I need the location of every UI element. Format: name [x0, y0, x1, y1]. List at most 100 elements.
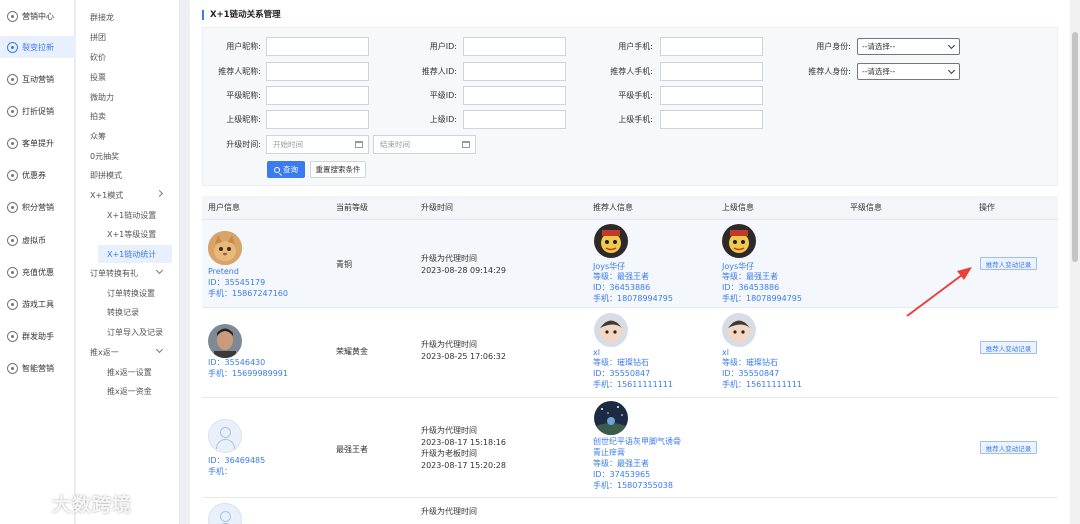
table-row: Pretend ID：35545179 手机：15867247160 青铜 升级… — [202, 220, 1058, 308]
referrer-name[interactable]: 创世纪平语灰甲脚气诱骨 — [593, 436, 681, 447]
sub-nav-item[interactable]: 订单转换设置 — [76, 284, 180, 302]
cat-avatar — [208, 231, 242, 265]
discount-icon — [7, 105, 18, 117]
main-nav-item-coupon[interactable]: 优惠券 — [0, 164, 75, 186]
referrer-change-log-button[interactable]: 推荐人变动记录 — [980, 257, 1037, 270]
sub-nav-item[interactable]: 即拼模式 — [76, 166, 180, 184]
upgrade-label: 升级为代理时间 — [421, 340, 477, 349]
sub-nav-item[interactable]: 0元抽奖 — [76, 147, 180, 165]
end-time-input[interactable]: 结束时间 — [373, 135, 476, 154]
sub-nav-item[interactable]: 砍价 — [76, 48, 180, 66]
referrer-change-log-button[interactable]: 推荐人变动记录 — [980, 441, 1037, 454]
chevron-down-icon — [155, 345, 164, 354]
points-icon — [7, 201, 18, 213]
coupon-icon — [7, 169, 18, 181]
user-phone-input[interactable] — [660, 37, 763, 56]
superior-grade: 等级：璀璨钻石 — [722, 358, 778, 367]
chevron-right-icon — [155, 189, 164, 198]
column-header: 当前等级 — [336, 203, 368, 212]
sub-nav-group-order-convert[interactable]: 订单转换有礼 — [76, 264, 180, 282]
default-avatar-icon — [208, 419, 242, 453]
scrollbar-thumb[interactable] — [1072, 32, 1078, 262]
interaction-icon — [7, 73, 18, 85]
main-nav-item-coin[interactable]: 虚拟币 — [0, 229, 75, 251]
referrer-grade: 等级：最强王者 — [593, 272, 649, 281]
field-label: 平级手机: — [618, 91, 653, 100]
sub-nav-group-push-return[interactable]: 推x返一 — [76, 343, 180, 361]
sub-nav-item[interactable]: 拍卖 — [76, 107, 180, 125]
field-label: 用户昵称: — [226, 42, 261, 51]
game-icon — [7, 298, 18, 310]
current-level: 青铜 — [336, 260, 352, 269]
sub-nav-item[interactable]: 拼团 — [76, 28, 180, 46]
user-id-input[interactable] — [463, 37, 566, 56]
main-nav-item-order-up[interactable]: 客单提升 — [0, 132, 75, 154]
referrer-phone-input[interactable] — [660, 62, 763, 81]
user-phone: 手机：15867247160 — [208, 289, 288, 298]
superior-id-input[interactable] — [463, 110, 566, 129]
sub-nav-item-x1-stats[interactable]: X+1链动统计 — [98, 245, 172, 263]
main-nav-item-discount[interactable]: 打折促销 — [0, 100, 75, 122]
main-nav-item-smart[interactable]: 智能营销 — [0, 357, 75, 379]
start-time-input[interactable]: 开始时间 — [266, 135, 369, 154]
main-nav-item-fission[interactable]: 裂变拉新 — [0, 36, 75, 58]
sub-nav-item[interactable]: 订单导入及记录 — [76, 323, 180, 341]
main-nav-item-marketing-center[interactable]: 营销中心 — [0, 5, 75, 27]
calendar-icon — [462, 141, 470, 148]
relation-table: 用户信息 当前等级 升级时间 推荐人信息 上级信息 平级信息 操作 Preten… — [202, 196, 1058, 524]
main-nav-item-interaction[interactable]: 互动营销 — [0, 68, 75, 90]
sub-nav-item[interactable]: 群接龙 — [76, 8, 180, 26]
field-label: 推荐人昵称: — [218, 67, 261, 76]
referrer-grade: 等级：最强王者 — [593, 459, 649, 468]
reset-search-button[interactable]: 重置搜索条件 — [310, 161, 366, 178]
main-nav-item-broadcast[interactable]: 群发助手 — [0, 325, 75, 347]
sub-nav-item-x1-settings[interactable]: X+1链动设置 — [76, 206, 180, 224]
user-name[interactable]: Pretend — [208, 266, 239, 277]
sub-nav-item[interactable]: 转换记录 — [76, 303, 180, 321]
recharge-icon — [7, 266, 18, 278]
sub-nav-item[interactable]: 众筹 — [76, 127, 180, 145]
main-nav-item-game[interactable]: 游戏工具 — [0, 293, 75, 315]
peer-id-input[interactable] — [463, 86, 566, 105]
current-level: 荣耀黄金 — [336, 347, 368, 356]
referrer-id: ID：36453886 — [593, 283, 651, 292]
watermark-text: 大数跨境 — [52, 494, 133, 516]
sub-nav-item[interactable]: 投票 — [76, 68, 180, 86]
user-identity-select[interactable]: --请选择-- — [857, 38, 960, 55]
upgrade-label: 升级为老板时间 — [421, 449, 477, 458]
column-header: 升级时间 — [421, 203, 453, 212]
column-header: 平级信息 — [850, 203, 882, 212]
superior-phone: 手机：15611111111 — [722, 380, 802, 389]
sub-nav-item-x1-levels[interactable]: X+1等级设置 — [76, 225, 180, 243]
referrer-id-input[interactable] — [463, 62, 566, 81]
peer-phone-input[interactable] — [660, 86, 763, 105]
sub-nav-item[interactable]: 推x返一资金 — [76, 382, 180, 400]
main-nav: 营销中心 裂变拉新 互动营销 打折促销 客单提升 优惠券 积分营销 虚拟币 充值… — [0, 0, 75, 524]
order-up-icon — [7, 137, 18, 149]
peer-nickname-input[interactable] — [266, 86, 369, 105]
user-nickname-input[interactable] — [266, 37, 369, 56]
main-nav-item-recharge[interactable]: 充值优惠 — [0, 261, 75, 283]
superior-nickname-input[interactable] — [266, 110, 369, 129]
table-row: ID：35546430 手机：15699989991 荣耀黄金 升级为代理时间 … — [202, 308, 1058, 398]
referrer-change-log-button[interactable]: 推荐人变动记录 — [980, 341, 1037, 354]
table-row: 升级为代理时间 — [202, 498, 1058, 524]
referrer-id: ID：35550847 — [593, 369, 651, 378]
sub-nav-item[interactable]: 推x返一设置 — [76, 363, 180, 381]
main-nav-item-points[interactable]: 积分营销 — [0, 196, 75, 218]
baby-avatar — [722, 313, 756, 347]
user-id: ID：35545179 — [208, 278, 266, 287]
query-button[interactable]: 查询 — [267, 161, 305, 178]
referrer-nickname-input[interactable] — [266, 62, 369, 81]
referrer-phone: 手机：18078994795 — [593, 294, 673, 303]
sub-nav-group-x1[interactable]: X+1模式 — [76, 186, 180, 204]
field-label: 推荐人手机: — [610, 67, 653, 76]
page-scrollbar[interactable] — [1070, 0, 1080, 524]
superior-phone: 手机：18078994795 — [722, 294, 802, 303]
referrer-identity-select[interactable]: --请选择-- — [857, 63, 960, 80]
field-label: 上级ID: — [429, 115, 457, 124]
cartoon-avatar — [722, 224, 756, 258]
sub-nav-item[interactable]: 微助力 — [76, 88, 180, 106]
superior-phone-input[interactable] — [660, 110, 763, 129]
referrer-grade: 等级：璀璨钻石 — [593, 358, 649, 367]
